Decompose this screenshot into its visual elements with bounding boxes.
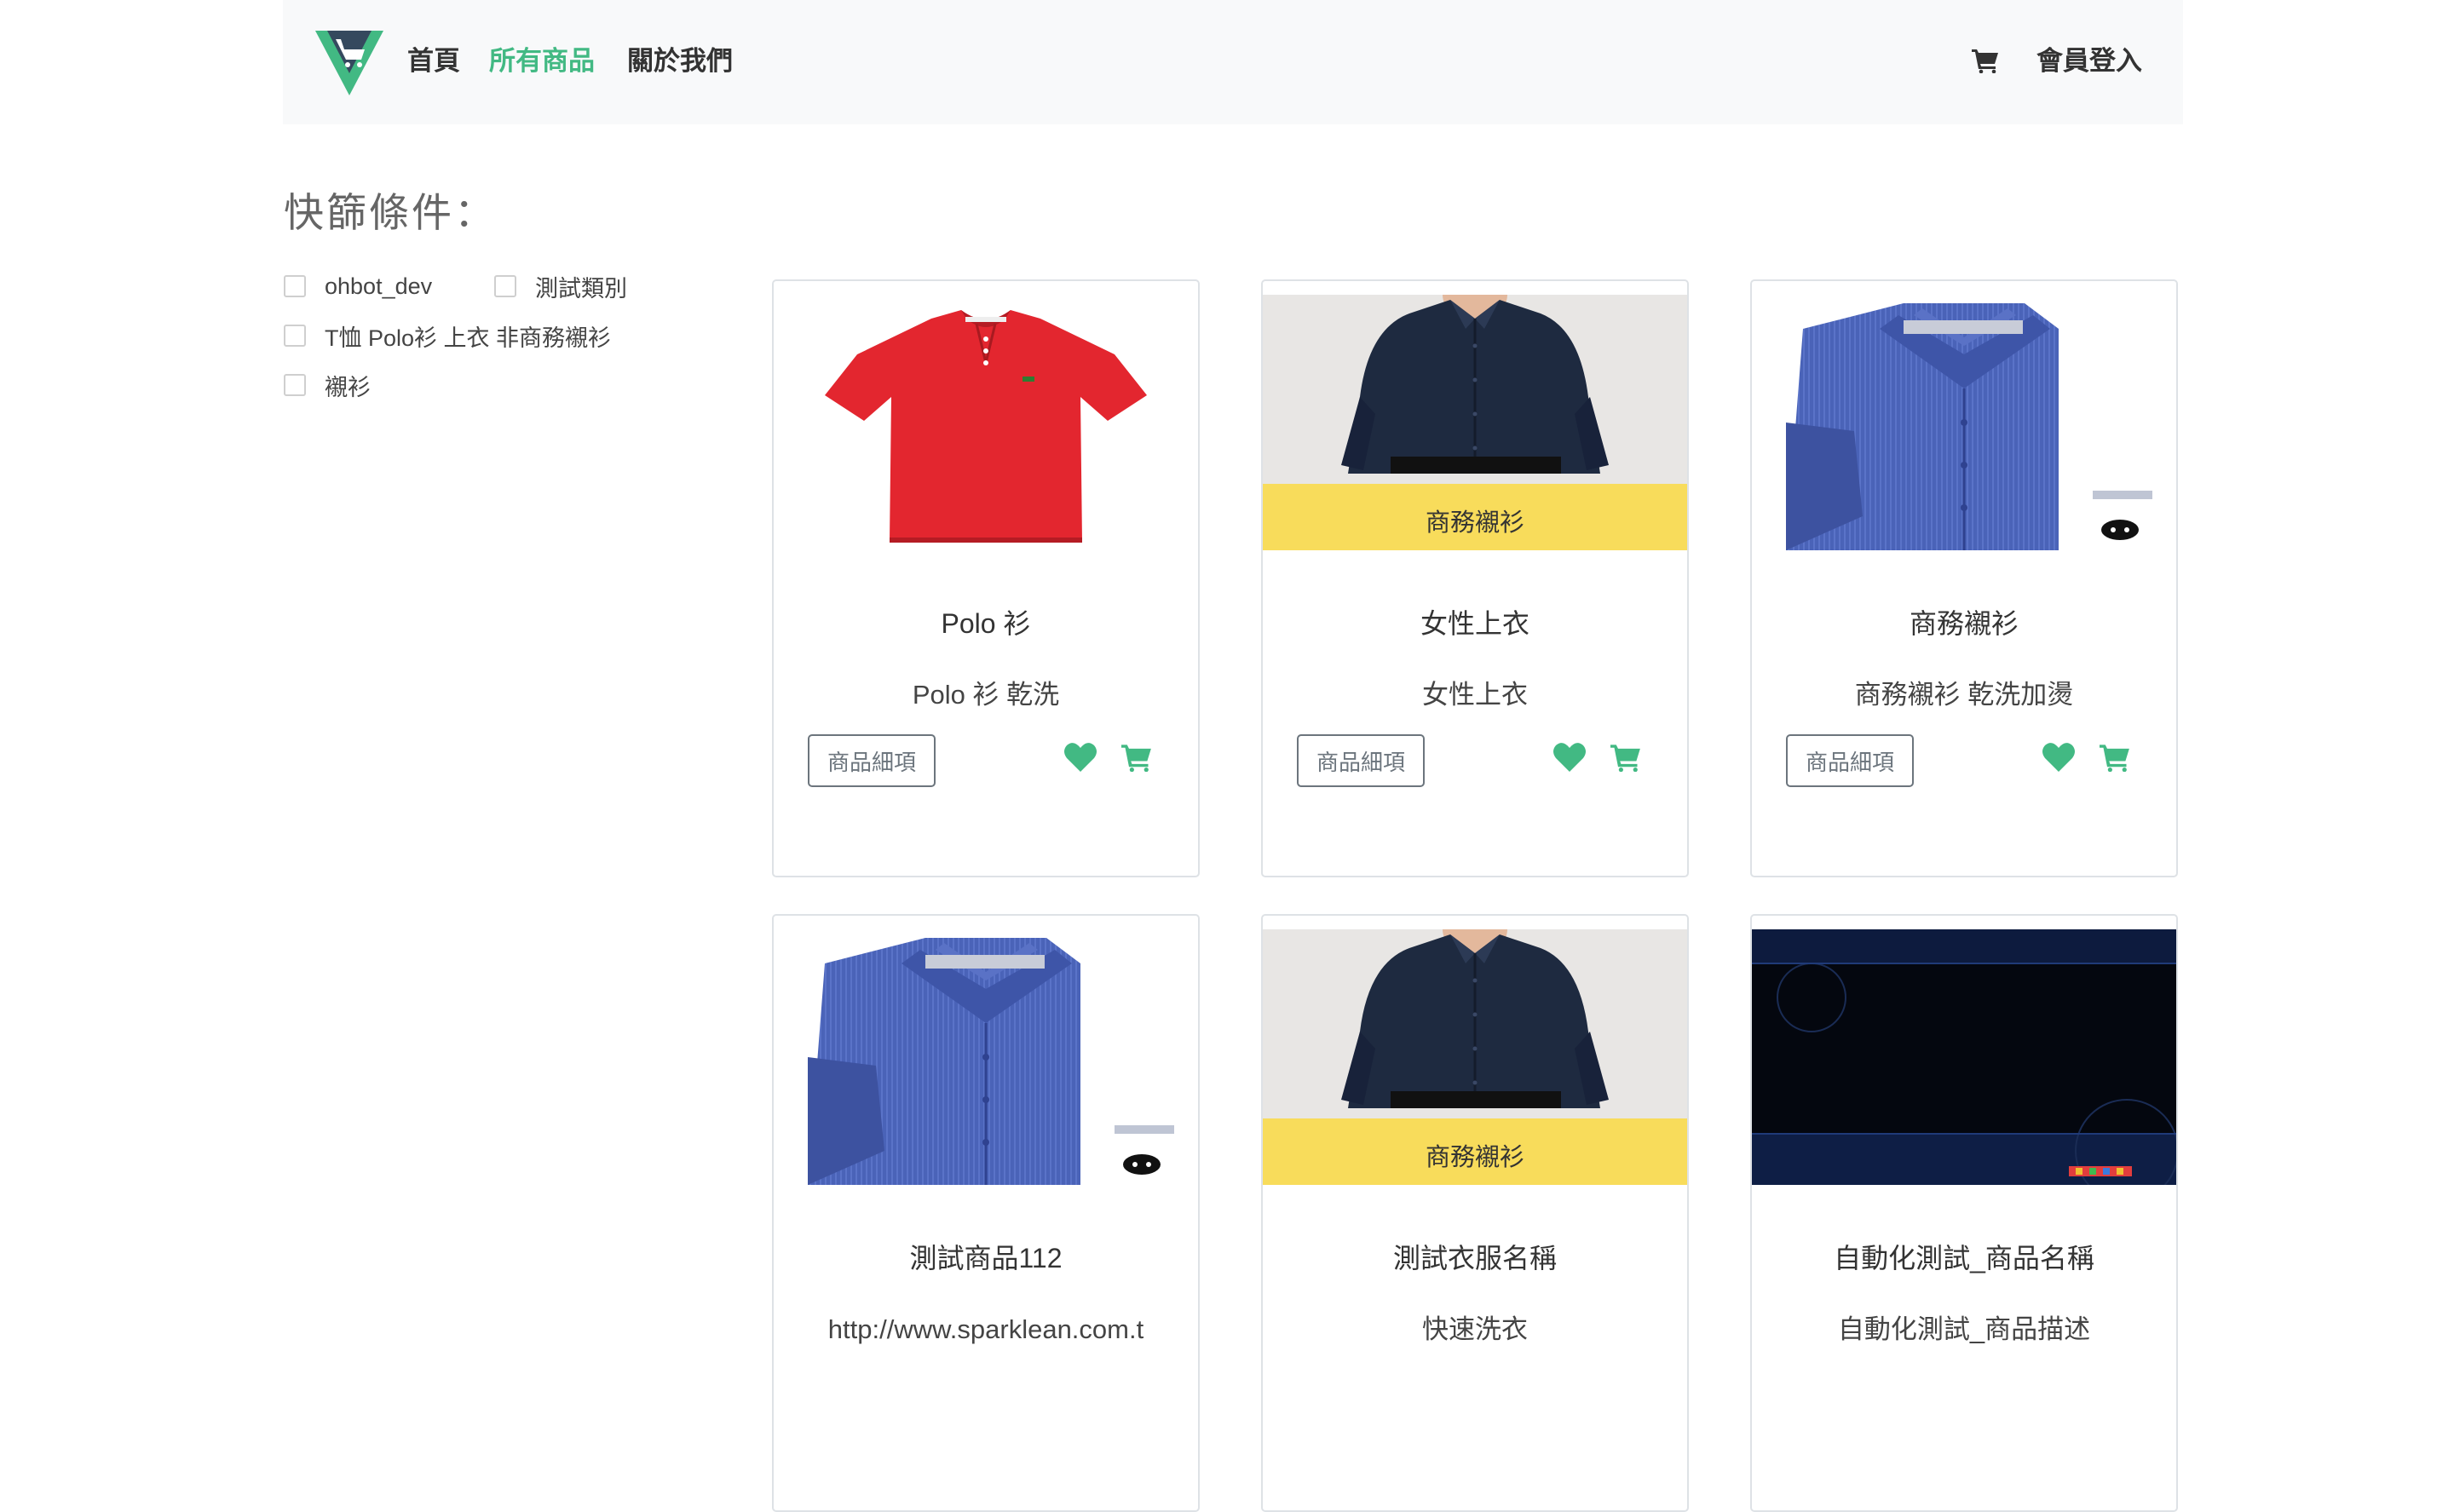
product-detail-button[interactable]: 商品細項 — [808, 734, 936, 787]
filter-label: T恤 Polo衫 上衣 非商務襯衫 — [325, 325, 612, 351]
product-title: 測試衣服名稱 — [1392, 1243, 1557, 1273]
heart-icon[interactable] — [1552, 741, 1587, 773]
nav-all-products[interactable]: 所有商品 — [489, 44, 595, 78]
nav-member-login[interactable]: 會員登入 — [2036, 44, 2142, 78]
product-title: Polo 衫 — [941, 608, 1031, 639]
nav-about-us[interactable]: 關於我們 — [627, 44, 733, 78]
filter-label: 測試類別 — [535, 275, 627, 302]
product-description: 自動化測試_商品描述 — [1837, 1314, 2091, 1344]
navbar: 首頁 所有商品 關於我們 會員登入 — [283, 0, 2183, 124]
logo-icon[interactable] — [315, 31, 383, 95]
filter-checkbox[interactable] — [284, 374, 306, 396]
product-description: 商務襯衫 乾洗加燙 — [1854, 680, 2074, 710]
filter-label: ohbot_dev — [325, 273, 433, 299]
product-image[interactable]: 商務襯衫 — [1263, 295, 1687, 550]
product-detail-button[interactable]: 商品細項 — [1786, 734, 1914, 787]
product-card: 商務襯衫 測試衣服名稱 快速洗衣 — [1261, 914, 1689, 1512]
filter-checkbox[interactable] — [494, 275, 516, 297]
filter-label: 襯衫 — [325, 374, 371, 400]
add-to-cart-icon[interactable] — [1610, 743, 1641, 773]
filter-option-test-category[interactable]: 測試類別 — [494, 271, 627, 302]
filter-option-ohbot-dev[interactable]: ohbot_dev — [284, 271, 432, 302]
filter-checkbox[interactable] — [284, 325, 306, 347]
heart-icon[interactable] — [1063, 741, 1097, 773]
filter-option-shirt[interactable]: 襯衫 — [284, 370, 371, 400]
product-image[interactable] — [1752, 929, 2176, 1185]
product-image[interactable]: 商務襯衫 — [1263, 929, 1687, 1185]
filter-title: 快篩條件： — [284, 190, 497, 235]
product-card: 商務襯衫 商務襯衫 乾洗加燙 商品細項 — [1750, 279, 2178, 877]
product-card: 測試商品112 http://www.sparklean.com.t — [772, 914, 1200, 1512]
category-badge: 商務襯衫 — [1263, 484, 1687, 550]
product-title: 自動化測試_商品名稱 — [1834, 1243, 2094, 1273]
product-description: 女性上衣 — [1422, 680, 1528, 710]
add-to-cart-icon[interactable] — [1121, 743, 1152, 773]
product-card: Polo 衫 Polo 衫 乾洗 商品細項 — [772, 279, 1200, 877]
product-title: 女性上衣 — [1420, 608, 1529, 639]
product-image[interactable] — [1752, 295, 2176, 550]
filter-option-tshirt-polo[interactable]: T恤 Polo衫 上衣 非商務襯衫 — [284, 320, 611, 351]
product-description: 快速洗衣 — [1422, 1314, 1528, 1344]
heart-icon[interactable] — [2042, 741, 2076, 773]
cart-icon[interactable] — [1972, 48, 1999, 74]
product-detail-button[interactable]: 商品細項 — [1297, 734, 1425, 787]
product-card: 自動化測試_商品名稱 自動化測試_商品描述 — [1750, 914, 2178, 1512]
product-title: 測試商品112 — [909, 1243, 1063, 1273]
product-description: http://www.sparklean.com.t — [827, 1314, 1144, 1344]
product-title: 商務襯衫 — [1909, 608, 2019, 639]
product-image[interactable] — [774, 295, 1198, 550]
product-description: Polo 衫 乾洗 — [912, 680, 1060, 710]
nav-home[interactable]: 首頁 — [407, 44, 460, 78]
product-image[interactable] — [774, 929, 1198, 1185]
add-to-cart-icon[interactable] — [2100, 743, 2130, 773]
category-badge: 商務襯衫 — [1263, 1118, 1687, 1185]
filter-checkbox[interactable] — [284, 275, 306, 297]
product-card: 商務襯衫 女性上衣 女性上衣 商品細項 — [1261, 279, 1689, 877]
